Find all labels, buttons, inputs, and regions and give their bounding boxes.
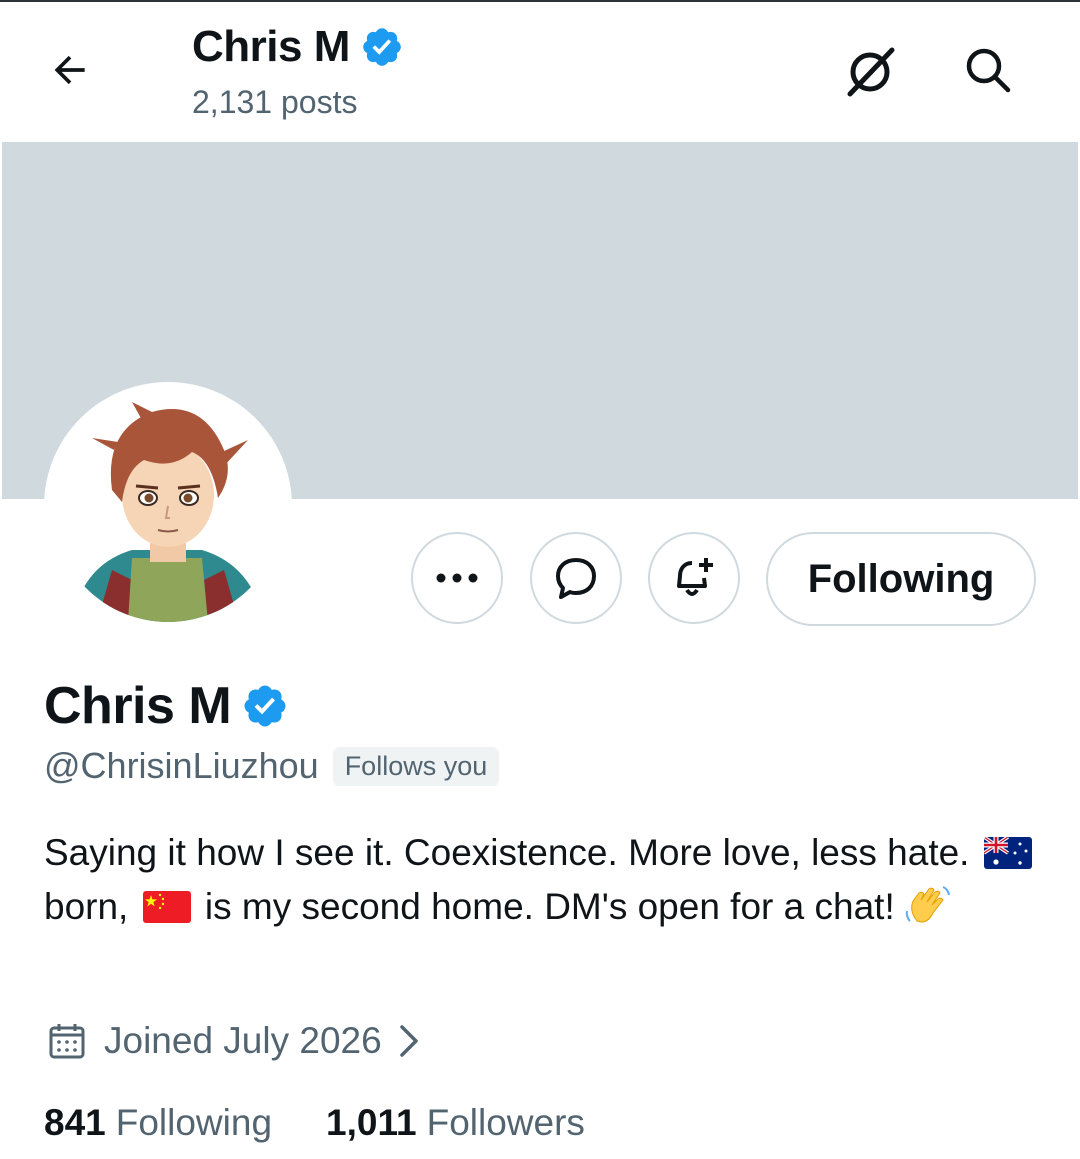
- display-name: Chris M: [44, 677, 232, 735]
- message-button[interactable]: [530, 532, 622, 624]
- handle-row: @ChrisinLiuzhou Follows you: [44, 745, 500, 787]
- joined-date: Joined July 2026: [104, 1020, 382, 1061]
- header-name: Chris M: [192, 22, 350, 71]
- handle: @ChrisinLiuzhou: [44, 745, 319, 786]
- joined-row[interactable]: Joined July 2026: [48, 1020, 424, 1062]
- search-icon: [966, 48, 1011, 93]
- header-title: Chris M: [192, 22, 404, 72]
- following-count: 841: [44, 1102, 106, 1143]
- more-icon: [436, 573, 478, 583]
- bio-text-2: born,: [44, 886, 129, 927]
- chevron-right-icon: [399, 1025, 418, 1057]
- back-button[interactable]: [44, 44, 96, 96]
- grok-icon: [847, 47, 895, 97]
- bio: Saying it how I see it. Coexistence. Mor…: [44, 826, 1044, 934]
- grok-button[interactable]: [840, 42, 900, 102]
- bio-text-3: is my second home. DM's open for a chat!: [204, 886, 895, 927]
- display-name-row: Chris M: [44, 676, 289, 736]
- notify-button[interactable]: [648, 532, 740, 624]
- avatar-illustration: [52, 390, 284, 622]
- arrow-left-icon: [54, 55, 85, 85]
- top-border: [0, 0, 1080, 2]
- australia-flag-icon: [983, 837, 1032, 869]
- verified-badge-icon[interactable]: [241, 682, 289, 730]
- followers-link[interactable]: 1,011 Followers: [326, 1102, 585, 1144]
- follows-you-badge: Follows you: [332, 746, 500, 786]
- followers-count: 1,011: [326, 1102, 417, 1143]
- bio-text-1: Saying it how I see it. Coexistence. Mor…: [44, 832, 970, 873]
- more-button[interactable]: [411, 532, 503, 624]
- china-flag-icon: [142, 891, 191, 923]
- verified-badge-icon: [363, 28, 401, 66]
- waving-hand-icon: [905, 886, 950, 923]
- bell-plus-icon: [677, 558, 713, 596]
- calendar-icon: [49, 1024, 85, 1059]
- following-link[interactable]: 841 Following: [44, 1102, 272, 1144]
- message-icon: [556, 558, 596, 599]
- search-button[interactable]: [958, 40, 1018, 100]
- follow-counts: 841 Following 1,011 Followers: [44, 1102, 585, 1144]
- post-count: 2,131 posts: [192, 84, 358, 120]
- avatar[interactable]: [52, 390, 284, 622]
- following-button[interactable]: Following: [766, 532, 1036, 626]
- following-label: Following: [115, 1102, 273, 1143]
- followers-label: Followers: [426, 1102, 585, 1143]
